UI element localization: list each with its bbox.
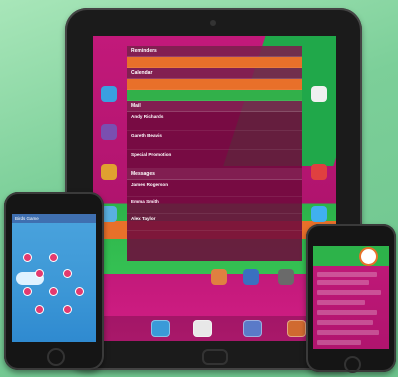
- home-button[interactable]: [344, 356, 361, 373]
- iphone-screen: [313, 246, 389, 349]
- row-title: Gareth Beavis: [131, 133, 162, 138]
- notification-row[interactable]: Alex Taylor: [127, 214, 302, 231]
- notification-row[interactable]: Emma Smith: [127, 197, 302, 214]
- row-title: James Rogerson: [131, 182, 169, 187]
- game-node[interactable]: [64, 306, 71, 313]
- notification-row[interactable]: [127, 57, 302, 68]
- game-node[interactable]: [24, 254, 31, 261]
- notification-line[interactable]: [317, 290, 381, 295]
- game-node[interactable]: [50, 288, 57, 295]
- dock-app-icon[interactable]: [193, 320, 212, 337]
- app-icon[interactable]: [311, 206, 327, 222]
- game-node[interactable]: [64, 270, 71, 277]
- notification-row[interactable]: [127, 90, 302, 101]
- game-node[interactable]: [50, 254, 57, 261]
- app-icon[interactable]: [101, 164, 117, 180]
- home-button[interactable]: [47, 348, 65, 366]
- notification-line[interactable]: [317, 310, 377, 315]
- dock-app-icon[interactable]: [287, 320, 306, 337]
- row-title: Andy Richards: [131, 114, 164, 119]
- dock-app-icon[interactable]: [243, 320, 262, 337]
- section-header: Calendar: [127, 68, 302, 79]
- notification-line[interactable]: [317, 272, 377, 277]
- notification-line[interactable]: [317, 330, 379, 335]
- app-icon[interactable]: [311, 164, 327, 180]
- game-node[interactable]: [36, 270, 43, 277]
- header-band: [313, 246, 389, 266]
- app-icon[interactable]: [311, 86, 327, 102]
- ipad-screen: Reminders Calendar Mail Andy Richards Ga…: [93, 36, 336, 341]
- app-icon[interactable]: [101, 86, 117, 102]
- notification-row[interactable]: [127, 79, 302, 90]
- notification-row[interactable]: Special Promotion: [127, 150, 302, 169]
- section-header: Messages: [127, 169, 302, 180]
- ipod-screen: Birds Game: [12, 214, 96, 342]
- notification-row[interactable]: Gareth Beavis: [127, 131, 302, 150]
- notification-row[interactable]: James Rogerson: [127, 180, 302, 197]
- game-node[interactable]: [76, 288, 83, 295]
- app-icon[interactable]: [101, 124, 117, 140]
- notification-line[interactable]: [317, 320, 373, 325]
- notification-line[interactable]: [317, 340, 361, 345]
- dock-app-icon[interactable]: [151, 320, 170, 337]
- notification-row[interactable]: Andy Richards: [127, 112, 302, 131]
- section-header: Mail: [127, 101, 302, 112]
- app-icon[interactable]: [243, 269, 259, 285]
- row-title: [131, 92, 298, 98]
- weather-badge: [361, 249, 376, 264]
- ipod-device: Birds Game: [4, 192, 104, 370]
- notification-center: Reminders Calendar Mail Andy Richards Ga…: [127, 46, 302, 261]
- row-title: [131, 81, 298, 87]
- iphone-device: [306, 224, 396, 373]
- app-icon[interactable]: [278, 269, 294, 285]
- game-node[interactable]: [36, 306, 43, 313]
- notification-line[interactable]: [317, 280, 369, 285]
- app-icon[interactable]: [211, 269, 227, 285]
- row-title: Alex Taylor: [131, 216, 156, 221]
- row-title: [131, 59, 298, 65]
- row-title: Emma Smith: [131, 199, 159, 204]
- row-title: Special Promotion: [131, 152, 172, 157]
- dock: [93, 316, 336, 341]
- game-top-bar: Birds Game: [12, 214, 96, 223]
- game-node[interactable]: [24, 288, 31, 295]
- notification-line[interactable]: [317, 300, 365, 305]
- home-button[interactable]: [202, 349, 228, 365]
- section-header: Reminders: [127, 46, 302, 57]
- camera-icon: [210, 20, 216, 26]
